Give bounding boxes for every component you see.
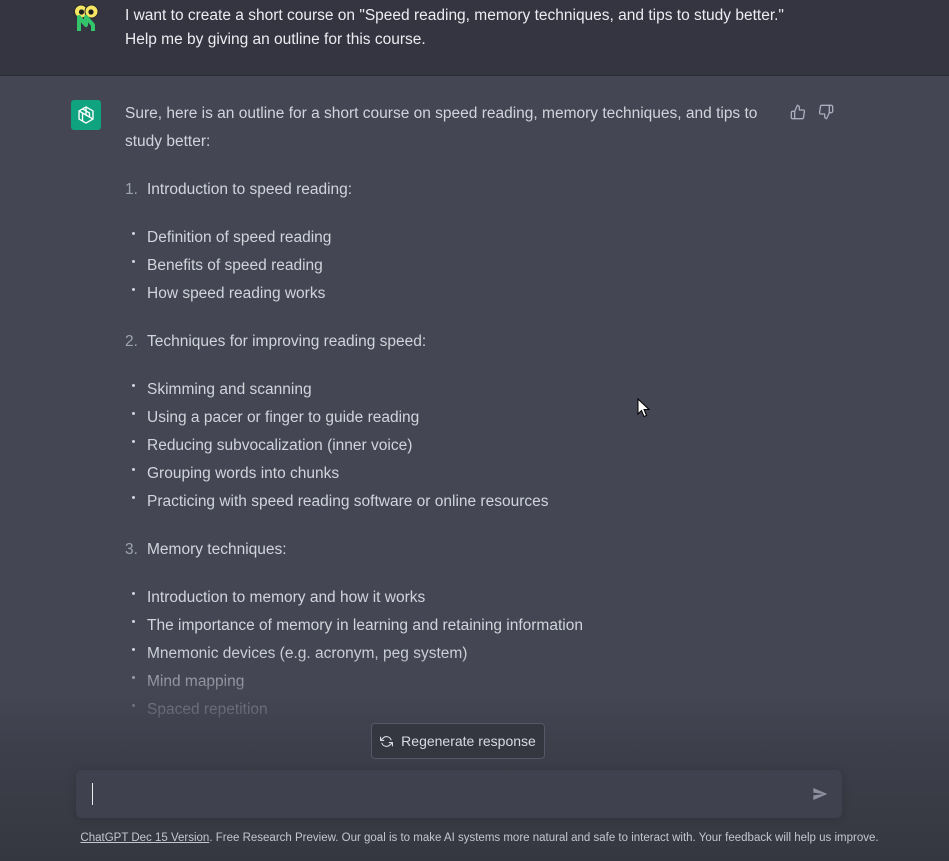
assistant-intro: Sure, here is an outline for a short cou… xyxy=(125,105,758,150)
thumbs-up-button[interactable] xyxy=(788,102,808,122)
list-item: Mnemonic devices (e.g. acronym, peg syst… xyxy=(125,640,780,668)
list-item: The importance of memory in learning and… xyxy=(125,612,780,640)
outline-section: 2. Techniques for improving reading spee… xyxy=(125,328,780,516)
regenerate-label: Regenerate response xyxy=(401,733,536,749)
list-item: Spaced repetition xyxy=(125,696,780,724)
list-item: Definition of speed reading xyxy=(125,224,780,252)
send-button[interactable] xyxy=(810,784,830,804)
section-title: Introduction to speed reading: xyxy=(147,181,353,198)
list-item: How speed reading works xyxy=(125,280,780,308)
section-title: Tips for studying more effectively: xyxy=(147,749,378,766)
section-title: Techniques for improving reading speed: xyxy=(147,333,427,350)
text-caret xyxy=(92,783,93,805)
outline-section: 1. Introduction to speed reading: Defini… xyxy=(125,176,780,308)
version-link[interactable]: ChatGPT Dec 15 Version xyxy=(80,832,209,844)
regenerate-response-button[interactable]: Regenerate response xyxy=(371,723,545,759)
message-input[interactable] xyxy=(90,782,794,810)
list-item: Reducing subvocalization (inner voice) xyxy=(125,432,780,460)
section-number: 1. xyxy=(125,181,138,198)
outline-section: 3. Memory techniques: Introduction to me… xyxy=(125,536,780,724)
message-composer xyxy=(76,770,842,818)
user-message-row: I want to create a short course on "Spee… xyxy=(0,0,949,76)
section-number: 2. xyxy=(125,333,138,350)
openai-logo-icon xyxy=(78,106,94,124)
footer-text: . Free Research Preview. Our goal is to … xyxy=(209,832,879,844)
list-item: Benefits of speed reading xyxy=(125,252,780,280)
thumbs-down-button[interactable] xyxy=(816,102,836,122)
assistant-message-content: Sure, here is an outline for a short cou… xyxy=(125,100,780,792)
footer-disclaimer: ChatGPT Dec 15 Version. Free Research Pr… xyxy=(0,832,949,844)
section-number: 4. xyxy=(125,749,138,766)
section-number: 3. xyxy=(125,541,138,558)
thumbs-down-icon xyxy=(818,104,834,120)
send-icon xyxy=(813,788,828,800)
list-item: Mind mapping xyxy=(125,668,780,696)
section-title: Memory techniques: xyxy=(147,541,287,558)
list-item: Using a pacer or finger to guide reading xyxy=(125,404,780,432)
list-item: Introduction to memory and how it works xyxy=(125,584,780,612)
list-item: Grouping words into chunks xyxy=(125,460,780,488)
mouse-cursor-icon xyxy=(637,398,651,418)
thumbs-up-icon xyxy=(790,104,806,120)
assistant-avatar xyxy=(71,100,101,130)
user-message-text: I want to create a short course on "Spee… xyxy=(125,7,784,48)
list-item: Practicing with speed reading software o… xyxy=(125,488,780,516)
list-item: Skimming and scanning xyxy=(125,376,780,404)
refresh-icon xyxy=(380,735,394,747)
user-avatar-icon xyxy=(74,4,99,31)
